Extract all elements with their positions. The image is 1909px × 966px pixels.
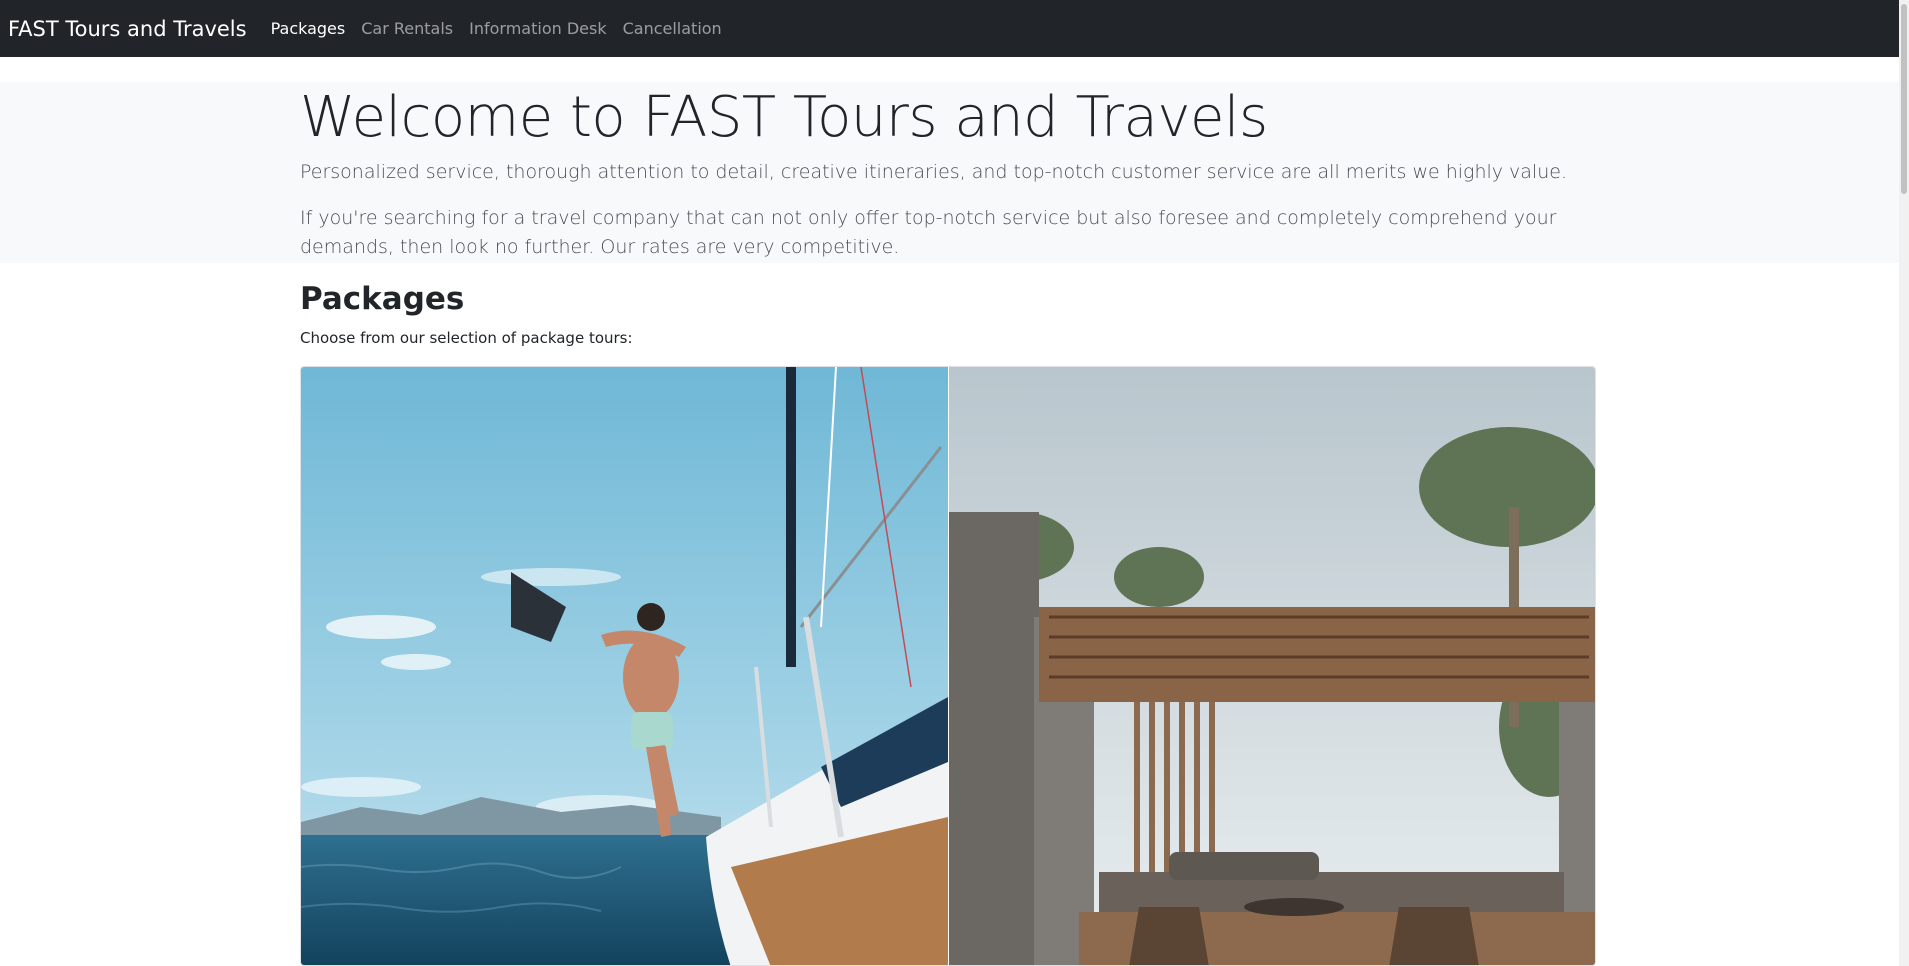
nav-link-information-desk[interactable]: Information Desk	[469, 19, 606, 38]
brand-link[interactable]: FAST Tours and Travels	[8, 17, 247, 41]
hero-lead-1: Personalized service, thorough attention…	[300, 161, 1567, 183]
page-scrollbar[interactable]	[1899, 0, 1909, 966]
nav-link-car-rentals[interactable]: Car Rentals	[361, 19, 453, 38]
sailing-illustration	[301, 367, 948, 965]
packages-heading: Packages	[300, 281, 465, 317]
package-gallery	[300, 366, 1596, 966]
resort-illustration	[948, 367, 1595, 965]
hero-lead-2: If you're searching for a travel company…	[300, 207, 1557, 258]
packages-subtitle: Choose from our selection of package tou…	[300, 329, 633, 347]
scrollbar-thumb[interactable]	[1901, 4, 1907, 194]
nav-link-cancellation[interactable]: Cancellation	[623, 19, 722, 38]
package-image-resort[interactable]	[947, 367, 1595, 965]
nav-link-packages[interactable]: Packages	[271, 19, 346, 38]
top-navbar: FAST Tours and Travels Packages Car Rent…	[0, 0, 1899, 57]
package-image-sailing[interactable]	[301, 367, 948, 965]
page-title: Welcome to FAST Tours and Travels	[300, 85, 1268, 150]
